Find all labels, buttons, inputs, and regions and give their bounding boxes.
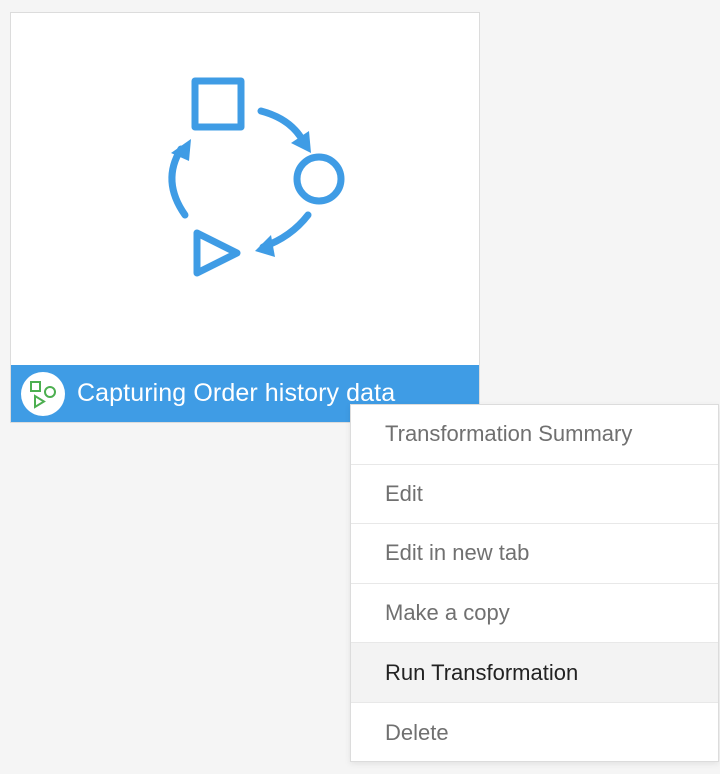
workspace-canvas: Capturing Order history data Transformat… xyxy=(0,0,720,774)
menu-item-delete[interactable]: Delete xyxy=(351,703,718,763)
transformation-card[interactable]: Capturing Order history data xyxy=(10,12,480,423)
card-title: Capturing Order history data xyxy=(77,379,396,407)
card-badge xyxy=(21,371,65,416)
menu-item-edit[interactable]: Edit xyxy=(351,465,718,525)
menu-item-label: Run Transformation xyxy=(385,659,579,685)
menu-item-label: Edit in new tab xyxy=(385,540,530,566)
context-menu: Transformation Summary Edit Edit in new … xyxy=(350,404,719,762)
transformation-cycle-icon xyxy=(168,77,345,277)
card-art-area xyxy=(11,13,479,365)
menu-item-run-transformation[interactable]: Run Transformation xyxy=(351,643,718,703)
menu-item-label: Transformation Summary xyxy=(385,421,633,447)
menu-item-label: Delete xyxy=(385,719,449,745)
menu-item-transformation-summary[interactable]: Transformation Summary xyxy=(351,405,718,465)
menu-item-make-a-copy[interactable]: Make a copy xyxy=(351,584,718,644)
menu-item-edit-in-new-tab[interactable]: Edit in new tab xyxy=(351,524,718,584)
transformation-shapes-icon xyxy=(30,380,56,409)
menu-item-label: Edit xyxy=(385,480,423,506)
menu-item-label: Make a copy xyxy=(385,600,510,626)
